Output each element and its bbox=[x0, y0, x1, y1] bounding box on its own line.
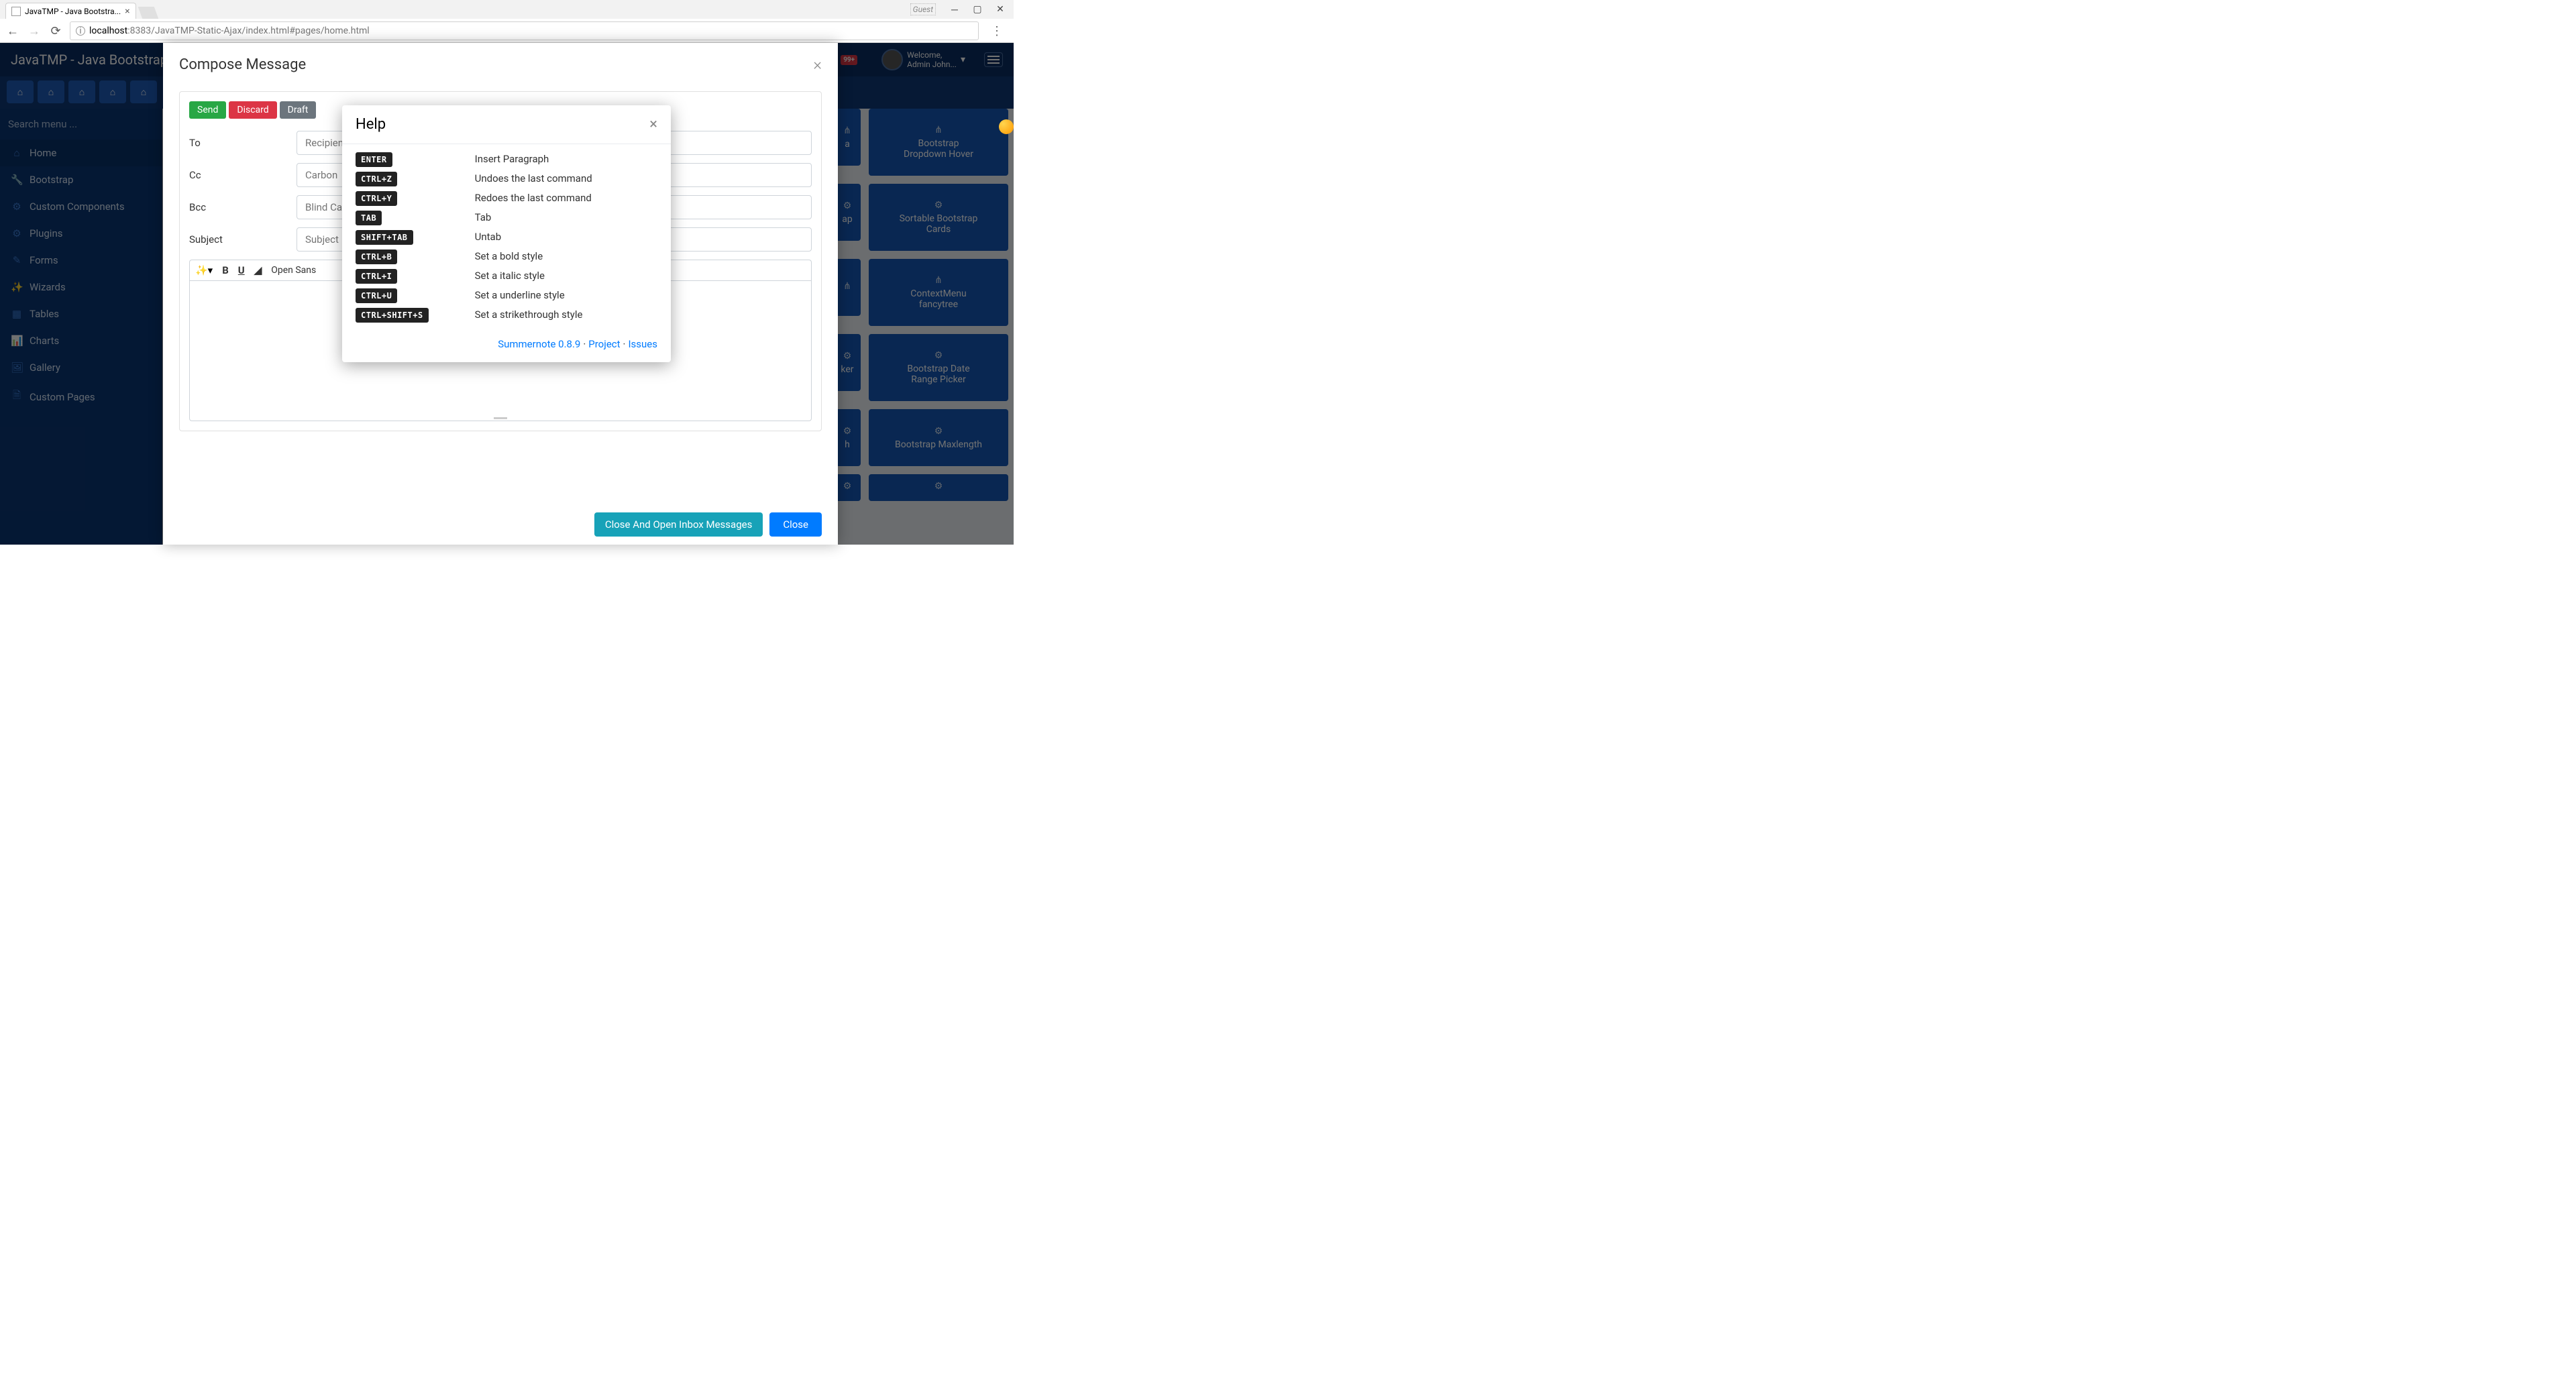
shortcut-key: ENTER bbox=[356, 152, 392, 167]
shortcut-desc: Set a underline style bbox=[475, 289, 657, 301]
help-title: Help bbox=[356, 116, 386, 133]
underline-button[interactable]: U bbox=[238, 264, 245, 276]
font-family-selector[interactable]: Open Sans bbox=[271, 265, 316, 276]
shortcut-desc: Redoes the last command bbox=[475, 192, 657, 204]
shortcut-row: CTRL+Y Redoes the last command bbox=[356, 191, 657, 204]
bcc-label: Bcc bbox=[189, 201, 297, 213]
shortcut-key: CTRL+SHIFT+S bbox=[356, 308, 429, 323]
url-path: :8383/JavaTMP-Static-Ajax/index.html#pag… bbox=[127, 25, 369, 36]
shortcut-row: CTRL+B Set a bold style bbox=[356, 250, 657, 262]
shortcut-row: CTRL+U Set a underline style bbox=[356, 288, 657, 301]
bold-button[interactable]: B bbox=[222, 264, 229, 276]
help-close-button[interactable]: × bbox=[649, 116, 657, 133]
shortcut-row: TAB Tab bbox=[356, 211, 657, 223]
close-open-inbox-button[interactable]: Close And Open Inbox Messages bbox=[594, 512, 763, 537]
address-bar: ← → ⟳ i localhost:8383/JavaTMP-Static-Aj… bbox=[0, 19, 1014, 43]
project-link[interactable]: Project bbox=[588, 338, 620, 350]
shortcut-desc: Set a italic style bbox=[475, 270, 657, 282]
cc-label: Cc bbox=[189, 169, 297, 181]
discard-button[interactable]: Discard bbox=[229, 101, 276, 119]
site-info-icon[interactable]: i bbox=[76, 26, 85, 36]
tab-bar: JavaTMP - Java Bootstra... × bbox=[0, 0, 1014, 19]
maximize-button[interactable]: ▢ bbox=[968, 3, 987, 16]
browser-menu-icon[interactable]: ⋮ bbox=[985, 24, 1008, 38]
compose-close-button[interactable]: × bbox=[813, 55, 822, 74]
favicon-icon bbox=[11, 7, 21, 16]
draft-button[interactable]: Draft bbox=[280, 101, 317, 119]
resize-handle-icon[interactable] bbox=[494, 417, 507, 419]
shortcut-row: CTRL+Z Undoes the last command bbox=[356, 172, 657, 184]
new-tab-button[interactable] bbox=[138, 7, 158, 19]
magic-button[interactable]: ✨▾ bbox=[195, 264, 213, 276]
close-button[interactable]: Close bbox=[769, 512, 822, 537]
url-host: localhost bbox=[89, 25, 127, 36]
shortcut-desc: Tab bbox=[475, 211, 657, 223]
window-controls: Guest ─ ▢ ✕ bbox=[910, 3, 1010, 16]
help-footer: Summernote 0.8.9·Project·Issues bbox=[342, 330, 671, 362]
shortcut-row: CTRL+I Set a italic style bbox=[356, 269, 657, 282]
reload-button[interactable]: ⟳ bbox=[48, 23, 63, 38]
guest-label: Guest bbox=[910, 3, 936, 15]
url-input[interactable]: i localhost:8383/JavaTMP-Static-Ajax/ind… bbox=[70, 21, 979, 40]
shortcut-key: CTRL+I bbox=[356, 269, 397, 284]
summernote-link[interactable]: Summernote 0.8.9 bbox=[498, 338, 580, 350]
eraser-button[interactable]: ◢ bbox=[254, 264, 262, 276]
close-window-button[interactable]: ✕ bbox=[991, 3, 1010, 16]
shortcut-row: ENTER Insert Paragraph bbox=[356, 152, 657, 165]
send-button[interactable]: Send bbox=[189, 101, 226, 119]
subject-label: Subject bbox=[189, 233, 297, 245]
to-label: To bbox=[189, 137, 297, 149]
issues-link[interactable]: Issues bbox=[628, 338, 657, 350]
browser-tab[interactable]: JavaTMP - Java Bootstra... × bbox=[5, 3, 136, 19]
shortcut-row: CTRL+SHIFT+S Set a strikethrough style bbox=[356, 308, 657, 321]
shortcut-desc: Untab bbox=[475, 231, 657, 243]
forward-button[interactable]: → bbox=[27, 23, 42, 38]
shortcut-desc: Insert Paragraph bbox=[475, 153, 657, 165]
back-button[interactable]: ← bbox=[5, 23, 20, 38]
help-body[interactable]: ENTER Insert Paragraph CTRL+Z Undoes the l… bbox=[342, 144, 671, 330]
shortcut-key: CTRL+U bbox=[356, 288, 397, 303]
shortcut-key: CTRL+Y bbox=[356, 191, 397, 206]
tab-close-icon[interactable]: × bbox=[125, 6, 129, 17]
notification-orb-icon[interactable] bbox=[999, 119, 1014, 134]
tab-title: JavaTMP - Java Bootstra... bbox=[25, 7, 121, 16]
shortcut-row: SHIFT+TAB Untab bbox=[356, 230, 657, 243]
help-modal: Help × ENTER Insert Paragraph CTRL+Z Undoe… bbox=[342, 105, 671, 362]
minimize-button[interactable]: ─ bbox=[945, 3, 964, 16]
shortcut-key: SHIFT+TAB bbox=[356, 230, 413, 245]
app-container: JavaTMP - Java Bootstrap Template 🌐 Engl… bbox=[0, 43, 1014, 545]
shortcut-desc: Undoes the last command bbox=[475, 172, 657, 184]
compose-title: Compose Message bbox=[179, 56, 306, 73]
shortcut-desc: Set a bold style bbox=[475, 250, 657, 262]
shortcut-key: CTRL+B bbox=[356, 250, 397, 264]
browser-chrome: JavaTMP - Java Bootstra... × Guest ─ ▢ ✕… bbox=[0, 0, 1014, 43]
shortcut-key: TAB bbox=[356, 211, 382, 225]
shortcut-key: CTRL+Z bbox=[356, 172, 397, 186]
shortcut-desc: Set a strikethrough style bbox=[475, 309, 657, 321]
